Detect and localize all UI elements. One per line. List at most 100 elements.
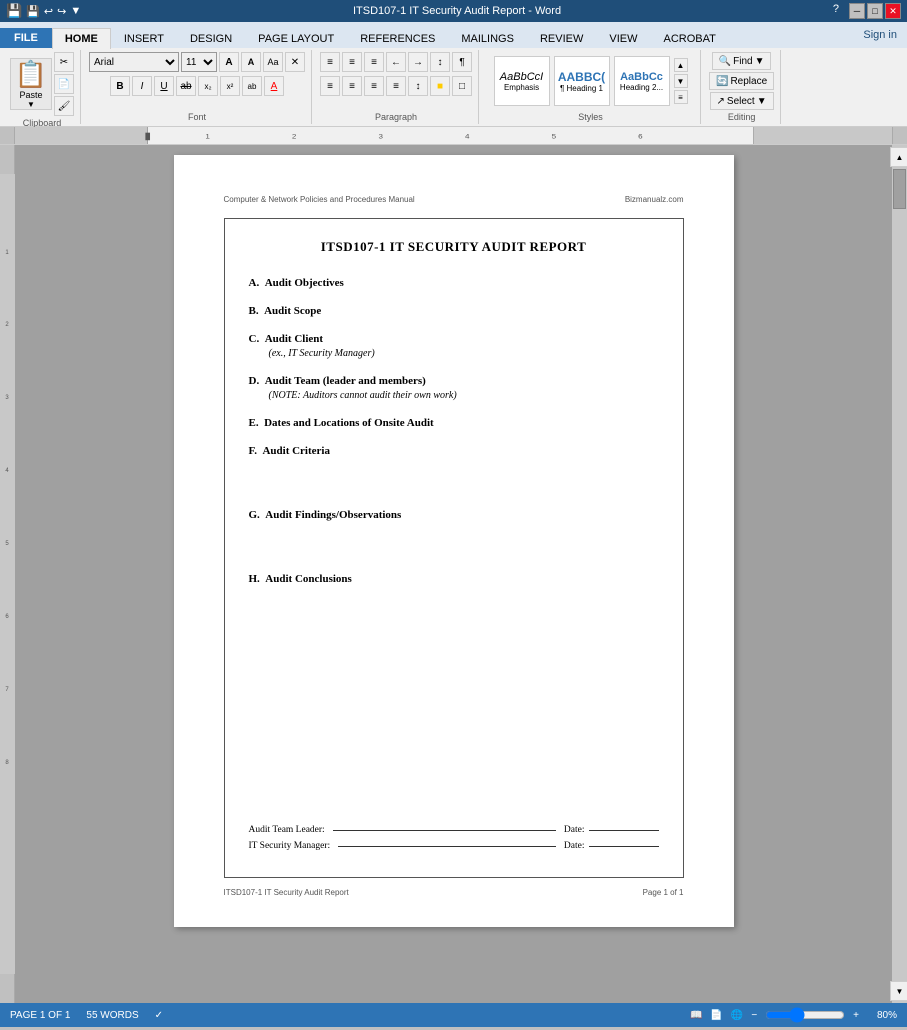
- read-mode-icon[interactable]: 📖: [690, 1010, 702, 1021]
- format-painter-button[interactable]: 🖌: [54, 96, 74, 116]
- document-page: Computer & Network Policies and Procedur…: [174, 155, 734, 927]
- tab-mailings[interactable]: MAILINGS: [448, 28, 527, 49]
- tab-file[interactable]: FILE: [0, 28, 52, 48]
- style-heading1[interactable]: AABBC( ¶ Heading 1: [554, 56, 610, 106]
- tab-acrobat[interactable]: ACROBAT: [650, 28, 728, 49]
- section-e-label: E. Dates and Locations of Onsite Audit: [249, 417, 434, 429]
- find-dropdown-icon[interactable]: ▼: [755, 56, 765, 67]
- increase-indent-btn[interactable]: →: [408, 52, 428, 72]
- close-btn[interactable]: ✕: [885, 3, 901, 19]
- font-grow-btn[interactable]: A: [219, 52, 239, 72]
- italic-btn[interactable]: I: [132, 76, 152, 96]
- show-marks-btn[interactable]: ¶: [452, 52, 472, 72]
- bullet-list-btn[interactable]: ≡: [320, 52, 340, 72]
- sign-in-link[interactable]: Sign in: [853, 25, 907, 45]
- section-c-label: C. Audit Client: [249, 333, 324, 345]
- ribbon-content: 📋 Paste ▼ ✂ 📄 🖌 Clipboard Arial: [0, 48, 907, 126]
- multilevel-list-btn[interactable]: ≡: [364, 52, 384, 72]
- change-case-btn[interactable]: Aa: [263, 52, 283, 72]
- tab-insert[interactable]: INSERT: [111, 28, 177, 49]
- title-bar: 💾 💾 ↩ ↪ ▼ ITSD107-1 IT Security Audit Re…: [0, 0, 907, 22]
- minimize-btn[interactable]: ─: [849, 3, 865, 19]
- maximize-btn[interactable]: □: [867, 3, 883, 19]
- select-icon: ↗: [717, 96, 725, 107]
- quick-save-icon[interactable]: 💾: [26, 5, 40, 18]
- tab-page-layout[interactable]: PAGE LAYOUT: [245, 28, 347, 49]
- font-group: Arial 11 A A Aa ✕ B I U ab x₂ x²: [83, 50, 312, 124]
- scroll-down-btn[interactable]: ▼: [890, 981, 907, 1001]
- sig-leader-line: [333, 830, 556, 831]
- ruler-area: 1 2 3 4 5 6: [0, 127, 907, 145]
- shading-btn[interactable]: ■: [430, 76, 450, 96]
- style-more[interactable]: ≡: [674, 90, 688, 104]
- sort-btn[interactable]: ↕: [430, 52, 450, 72]
- clear-format-btn[interactable]: ✕: [285, 52, 305, 72]
- tab-review[interactable]: REVIEW: [527, 28, 596, 49]
- svg-text:4: 4: [465, 132, 469, 140]
- tab-home[interactable]: HOME: [52, 28, 111, 49]
- section-h-label: H. Audit Conclusions: [249, 573, 352, 585]
- align-left-btn[interactable]: ≡: [320, 76, 340, 96]
- numbered-list-btn[interactable]: ≡: [342, 52, 362, 72]
- select-button[interactable]: ↗ Select ▼: [710, 92, 774, 110]
- zoom-out-btn[interactable]: −: [751, 1010, 757, 1021]
- zoom-in-btn[interactable]: +: [853, 1010, 859, 1021]
- redo-icon[interactable]: ↪: [57, 5, 66, 18]
- font-size-select[interactable]: 11: [181, 52, 217, 72]
- paste-button[interactable]: 📋 Paste ▼: [10, 58, 52, 110]
- line-spacing-btn[interactable]: ↕: [408, 76, 428, 96]
- text-highlight-btn[interactable]: ab: [242, 76, 262, 96]
- font-content: Arial 11 A A Aa ✕ B I U ab x₂ x²: [89, 52, 305, 110]
- paste-icon: 📋: [15, 59, 47, 90]
- clipboard-group: 📋 Paste ▼ ✂ 📄 🖌 Clipboard: [4, 50, 81, 124]
- select-dropdown-icon[interactable]: ▼: [757, 96, 767, 107]
- window-controls[interactable]: ? ─ □ ✕: [833, 3, 901, 19]
- style-scroll-down[interactable]: ▼: [674, 74, 688, 88]
- svg-text:3: 3: [378, 132, 382, 140]
- align-center-btn[interactable]: ≡: [342, 76, 362, 96]
- borders-btn[interactable]: □: [452, 76, 472, 96]
- bold-btn[interactable]: B: [110, 76, 130, 96]
- style-scroll-up[interactable]: ▲: [674, 58, 688, 72]
- help-btn[interactable]: ?: [833, 3, 839, 19]
- document-area: 1 2 3 4 5 6 7 8 Computer & Network Polic…: [0, 145, 907, 1003]
- font-shrink-btn[interactable]: A: [241, 52, 261, 72]
- undo-icon[interactable]: ↩: [44, 5, 53, 18]
- clipboard-content: 📋 Paste ▼ ✂ 📄 🖌: [10, 52, 74, 116]
- svg-text:5: 5: [552, 132, 556, 140]
- tab-design[interactable]: DESIGN: [177, 28, 245, 49]
- scroll-up-btn[interactable]: ▲: [890, 147, 907, 167]
- sig-manager-date-label: Date:: [564, 841, 585, 851]
- underline-btn[interactable]: U: [154, 76, 174, 96]
- align-right-btn[interactable]: ≡: [364, 76, 384, 96]
- scroll-thumb[interactable]: [893, 169, 906, 209]
- style-emphasis[interactable]: AaBbCcI Emphasis: [494, 56, 550, 106]
- font-color-btn[interactable]: A: [264, 76, 284, 96]
- editing-content: 🔍 Find ▼ 🔄 Replace ↗ Select ▼: [709, 52, 774, 110]
- ribbon-tabs: FILE HOME INSERT DESIGN PAGE LAYOUT REFE…: [0, 22, 907, 48]
- paste-dropdown-icon[interactable]: ▼: [27, 100, 35, 109]
- print-layout-icon[interactable]: 📄: [710, 1010, 722, 1021]
- subscript-btn[interactable]: x₂: [198, 76, 218, 96]
- customize-icon[interactable]: ▼: [70, 5, 81, 17]
- font-family-select[interactable]: Arial: [89, 52, 179, 72]
- style-heading2[interactable]: AaBbCc Heading 2...: [614, 56, 670, 106]
- decrease-indent-btn[interactable]: ←: [386, 52, 406, 72]
- section-b-label: B. Audit Scope: [249, 305, 322, 317]
- copy-button[interactable]: 📄: [54, 74, 74, 94]
- paragraph-group: ≡ ≡ ≡ ← → ↕ ¶ ≡ ≡ ≡ ≡ ↕ ■ □ Pa: [314, 50, 479, 124]
- replace-button[interactable]: 🔄 Replace: [709, 72, 774, 90]
- vertical-scrollbar[interactable]: ▲ ▼: [892, 145, 907, 1003]
- zoom-level[interactable]: 80%: [867, 1010, 897, 1021]
- zoom-slider[interactable]: [765, 1011, 845, 1019]
- justify-btn[interactable]: ≡: [386, 76, 406, 96]
- find-button[interactable]: 🔍 Find ▼: [712, 52, 772, 70]
- tab-references[interactable]: REFERENCES: [347, 28, 448, 49]
- cut-button[interactable]: ✂: [54, 52, 74, 72]
- doc-scroll-area[interactable]: Computer & Network Policies and Procedur…: [15, 145, 892, 1003]
- strikethrough-btn[interactable]: ab: [176, 76, 196, 96]
- tab-view[interactable]: VIEW: [596, 28, 650, 49]
- superscript-btn[interactable]: x²: [220, 76, 240, 96]
- web-layout-icon[interactable]: 🌐: [731, 1010, 743, 1021]
- ruler: 1 2 3 4 5 6: [15, 127, 892, 144]
